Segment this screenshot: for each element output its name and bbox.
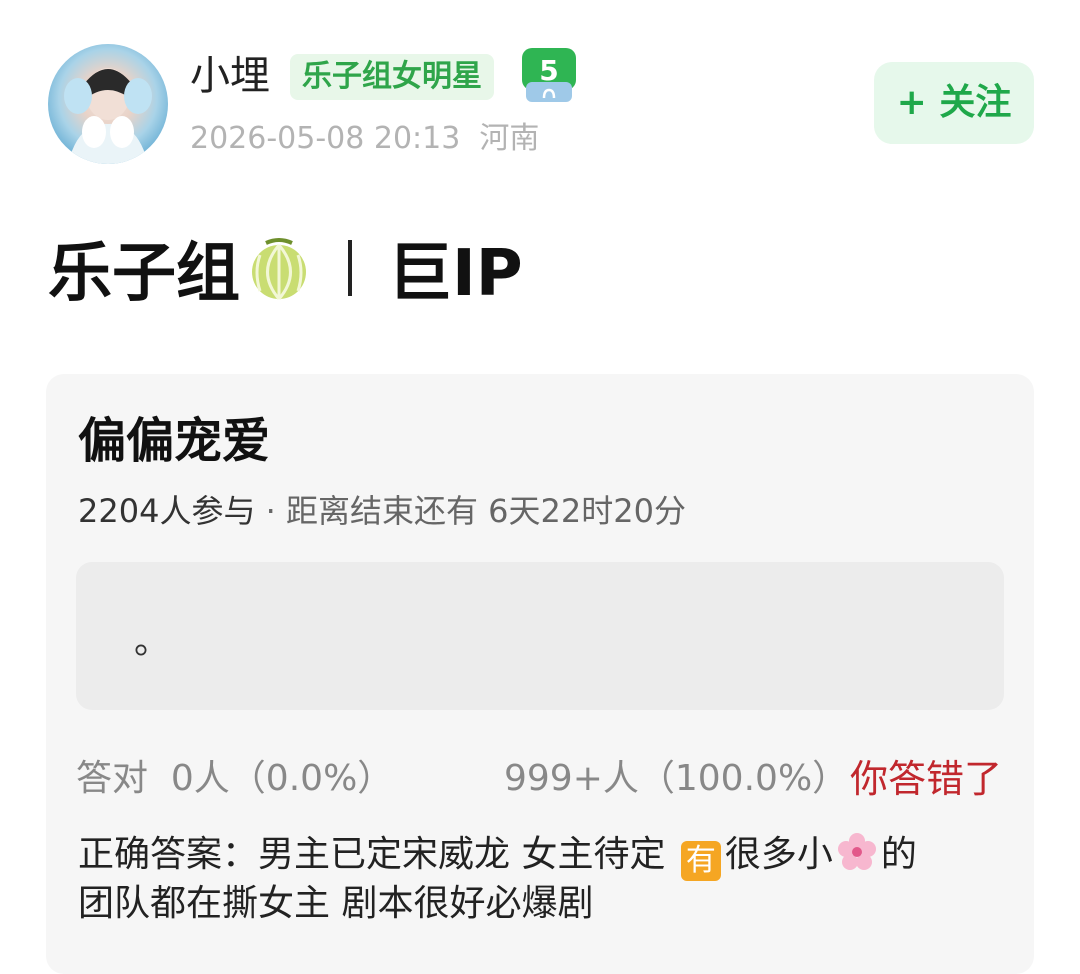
- post-meta: 2026-05-08 20:13 河南: [190, 118, 539, 160]
- username[interactable]: 小埋: [190, 50, 270, 102]
- poll-participants: 2204人参与: [78, 492, 256, 530]
- poll-option[interactable]: [76, 562, 1004, 710]
- poll-stats: 2204人参与 · 距离结束还有 6天22时20分: [78, 488, 686, 534]
- answer-part-3: 的: [880, 834, 917, 875]
- result-correct-value: 0人（0.0%）: [170, 758, 394, 799]
- post-location: 河南: [479, 121, 540, 156]
- you-emoji-icon: 有: [680, 841, 721, 881]
- post-date: 2026-05-08 20:13: [190, 121, 461, 156]
- correct-answer-text: 正确答案：男主已定宋威龙 女主待定 有很多小 的 团队都在撕女主 剧本很好必爆剧: [78, 832, 1008, 927]
- post-title: 乐子组 巨IP: [48, 228, 523, 311]
- melon-icon: [246, 235, 312, 301]
- cherry-blossom-icon: [837, 832, 877, 872]
- level-number: 5: [539, 54, 558, 87]
- result-correct: 答对 0人（0.0%）: [76, 754, 393, 804]
- level-badge-icon: 5: [520, 46, 578, 106]
- avatar-image: [64, 68, 152, 164]
- answer-part-1: 正确答案：男主已定宋威龙 女主待定: [78, 834, 677, 875]
- poll-option-text: 。: [134, 621, 171, 662]
- poll-title: 偏偏宠爱: [78, 413, 271, 469]
- user-title-badge: 乐子组女明星: [290, 54, 494, 100]
- post-title-prefix: 乐子组: [48, 237, 240, 311]
- answer-part-4: 团队都在撕女主 剧本很好必爆剧: [78, 883, 594, 924]
- avatar[interactable]: [48, 44, 168, 164]
- result-correct-label: 答对: [76, 758, 149, 799]
- post-title-suffix: 巨IP: [388, 237, 523, 311]
- title-separator: [348, 240, 352, 296]
- wrong-answer-label: 你答错了: [850, 757, 1003, 801]
- poll-countdown: · 距离结束还有 6天22时20分: [255, 492, 686, 530]
- result-other-value: 999+人（100.0%）: [504, 758, 849, 799]
- follow-button[interactable]: + 关注: [874, 62, 1034, 144]
- answer-part-2: 很多小: [724, 834, 833, 875]
